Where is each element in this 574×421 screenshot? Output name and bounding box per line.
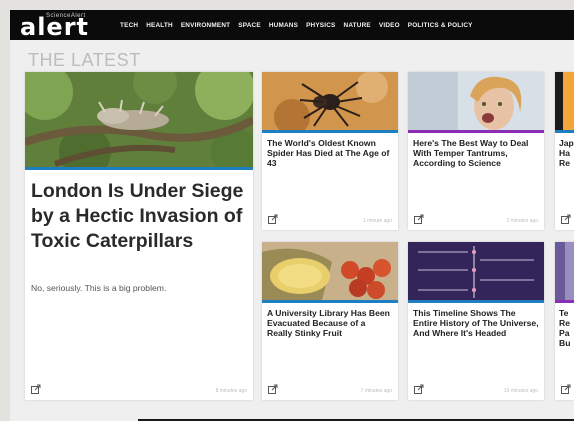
share-icon[interactable] — [414, 384, 424, 394]
category-stripe — [408, 300, 544, 303]
page-frame: ScienceAlert alert TECH HEALTH ENVIRONME… — [10, 10, 574, 421]
article-card[interactable]: A University Library Has Been Evacuated … — [262, 242, 398, 400]
article-title[interactable]: London Is Under Siege by a Hectic Invasi… — [31, 179, 245, 254]
article-title[interactable]: A University Library Has Been Evacuated … — [267, 308, 393, 338]
article-time: 1 minute ago — [363, 218, 392, 224]
top-navigation-bar: ScienceAlert alert TECH HEALTH ENVIRONME… — [10, 10, 574, 40]
article-title[interactable]: Jap Ha Re — [559, 138, 574, 168]
feature-article-card[interactable]: London Is Under Siege by a Hectic Invasi… — [25, 72, 253, 400]
article-title[interactable]: This Timeline Shows The Entire History o… — [413, 308, 539, 338]
caterpillar-image — [25, 72, 253, 167]
category-stripe — [555, 300, 574, 303]
share-icon[interactable] — [268, 384, 278, 394]
article-time: 2 minutes ago — [506, 218, 538, 224]
nav-item-tech[interactable]: TECH — [120, 22, 138, 29]
category-stripe — [25, 167, 253, 170]
spider-image — [262, 72, 398, 130]
category-stripe — [262, 300, 398, 303]
share-icon[interactable] — [561, 384, 571, 394]
nav-item-politics-policy[interactable]: POLITICS & POLICY — [408, 22, 473, 29]
article-time: 16 minutes ago — [503, 388, 538, 394]
share-icon[interactable] — [268, 214, 278, 224]
nav-item-nature[interactable]: NATURE — [344, 22, 371, 29]
category-stripe — [408, 130, 544, 133]
article-image — [555, 242, 574, 300]
article-subtitle: No, seriously. This is a big problem. — [31, 283, 167, 293]
nav-item-environment[interactable]: ENVIRONMENT — [181, 22, 230, 29]
article-title[interactable]: Here's The Best Way to Deal With Temper … — [413, 138, 539, 168]
site-logo[interactable]: ScienceAlert alert — [20, 10, 104, 40]
logo-small-text: ScienceAlert — [46, 13, 86, 19]
article-card[interactable]: Te Re Pa Bu — [555, 242, 574, 400]
nav-item-health[interactable]: HEALTH — [146, 22, 173, 29]
article-time: 8 minutes ago — [215, 388, 247, 394]
article-time: 7 minutes ago — [360, 388, 392, 394]
article-card[interactable]: The World's Oldest Known Spider Has Died… — [262, 72, 398, 230]
durian-fruit-image — [262, 242, 398, 300]
article-card[interactable]: This Timeline Shows The Entire History o… — [408, 242, 544, 400]
nav-item-video[interactable]: VIDEO — [379, 22, 400, 29]
article-card[interactable]: Here's The Best Way to Deal With Temper … — [408, 72, 544, 230]
share-icon[interactable] — [414, 214, 424, 224]
universe-timeline-image — [408, 242, 544, 300]
nav-item-humans[interactable]: HUMANS — [269, 22, 298, 29]
share-icon[interactable] — [31, 384, 41, 394]
category-stripe — [262, 130, 398, 133]
nav-item-physics[interactable]: PHYSICS — [306, 22, 335, 29]
share-icon[interactable] — [561, 214, 571, 224]
crying-child-image — [408, 72, 544, 130]
section-title: THE LATEST — [28, 50, 141, 70]
category-stripe — [555, 130, 574, 133]
article-image — [555, 72, 574, 130]
article-title[interactable]: The World's Oldest Known Spider Has Died… — [267, 138, 393, 168]
article-card[interactable]: Jap Ha Re — [555, 72, 574, 230]
main-nav: TECH HEALTH ENVIRONMENT SPACE HUMANS PHY… — [120, 22, 473, 29]
article-title[interactable]: Te Re Pa Bu — [559, 308, 573, 348]
nav-item-space[interactable]: SPACE — [238, 22, 261, 29]
